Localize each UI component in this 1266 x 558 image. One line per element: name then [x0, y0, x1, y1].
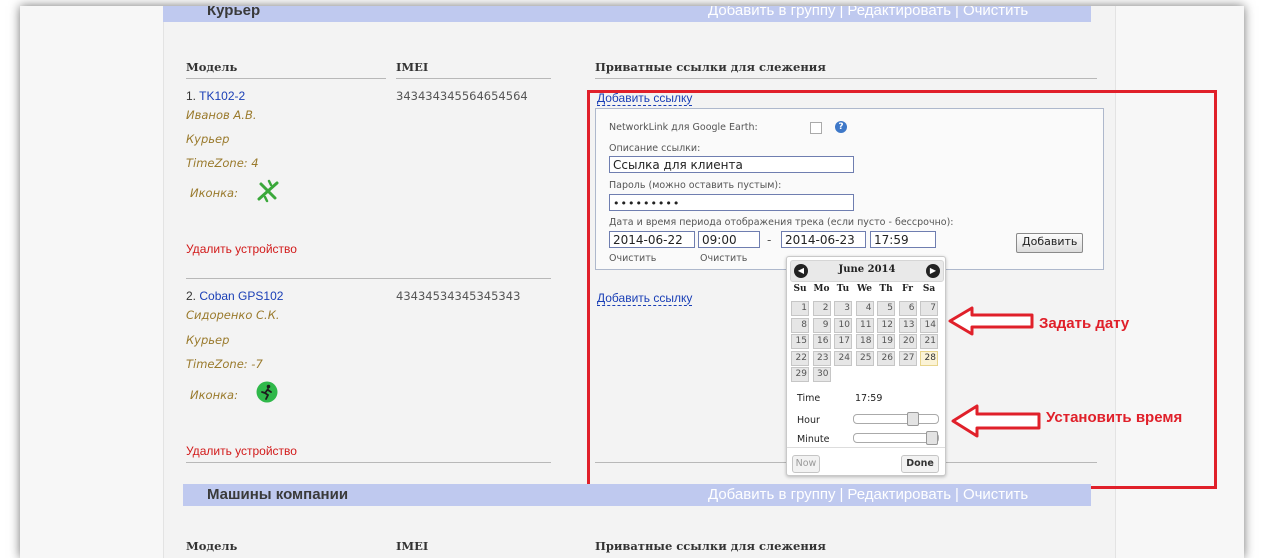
device-group: Курьер — [186, 333, 230, 347]
device-number: 2. — [186, 289, 197, 303]
device-name[interactable]: Coban GPS102 — [199, 289, 283, 303]
group-title: Курьер — [207, 6, 261, 19]
add-to-group-link[interactable]: Добавить в группу — [708, 486, 836, 503]
header-divider — [396, 78, 551, 79]
separator: | — [839, 6, 844, 19]
device-icon-label: Иконка: — [190, 186, 238, 200]
device-name-link[interactable]: 2. Coban GPS102 — [186, 289, 283, 303]
edit-group-link[interactable]: Редактировать — [847, 486, 951, 503]
column-header-imei: IMEI — [396, 60, 429, 74]
device-owner: Сидоренко С.К. — [186, 308, 280, 322]
arrow-left-icon — [951, 404, 1041, 438]
highlight-rectangle — [587, 90, 1217, 489]
separator: | — [955, 6, 959, 19]
column-header-links: Приватные ссылки для слежения — [595, 60, 826, 74]
group-title: Машины компании — [207, 486, 349, 503]
device-owner: Иванов А.В. — [186, 108, 257, 122]
device-group: Курьер — [186, 132, 230, 146]
group-actions: Добавить в группу | Редактировать | Очистить — [708, 486, 1028, 503]
device-timezone: TimeZone: -7 — [186, 357, 263, 371]
arrow-left-icon — [948, 306, 1034, 336]
column-header-model: Модель — [186, 60, 238, 74]
screenshot-frame: Курьер Добавить в группу | Редактировать | О… — [0, 0, 1266, 558]
airplane-icon[interactable] — [256, 179, 280, 203]
left-margin — [20, 6, 164, 558]
device-timezone: TimeZone: 4 — [186, 156, 259, 170]
separator: | — [839, 486, 844, 503]
group-actions: Добавить в группу | Редактировать | Очистить — [708, 6, 1028, 19]
column-header-imei: IMEI — [396, 539, 429, 553]
annotation-set-time: Установить время — [1046, 409, 1183, 426]
clear-group-link[interactable]: Очистить — [963, 486, 1028, 503]
column-header-links: Приватные ссылки для слежения — [595, 539, 826, 553]
row-divider — [186, 278, 551, 279]
add-to-group-link[interactable]: Добавить в группу — [708, 6, 836, 19]
header-divider — [186, 78, 386, 79]
device-name-link[interactable]: 1. TK102-2 — [186, 89, 245, 103]
delete-device-link[interactable]: Удалить устройство — [186, 444, 297, 458]
device-icon-label: Иконка: — [190, 388, 238, 402]
separator: | — [955, 486, 959, 503]
column-header-model: Модель — [186, 539, 238, 553]
clear-group-link[interactable]: Очистить — [963, 6, 1028, 19]
device-imei: 343434345564654564 — [396, 89, 528, 103]
edit-group-link[interactable]: Редактировать — [847, 6, 951, 19]
runner-icon[interactable] — [256, 381, 278, 403]
page-window: Курьер Добавить в группу | Редактировать | О… — [20, 6, 1244, 558]
header-divider — [595, 78, 1097, 79]
device-number: 1. — [186, 89, 197, 103]
delete-device-link[interactable]: Удалить устройство — [186, 242, 297, 256]
device-name[interactable]: TK102-2 — [199, 89, 245, 103]
annotation-set-date: Задать дату — [1039, 315, 1130, 332]
row-divider — [186, 462, 551, 463]
device-imei: 43434534345345343 — [396, 289, 521, 303]
